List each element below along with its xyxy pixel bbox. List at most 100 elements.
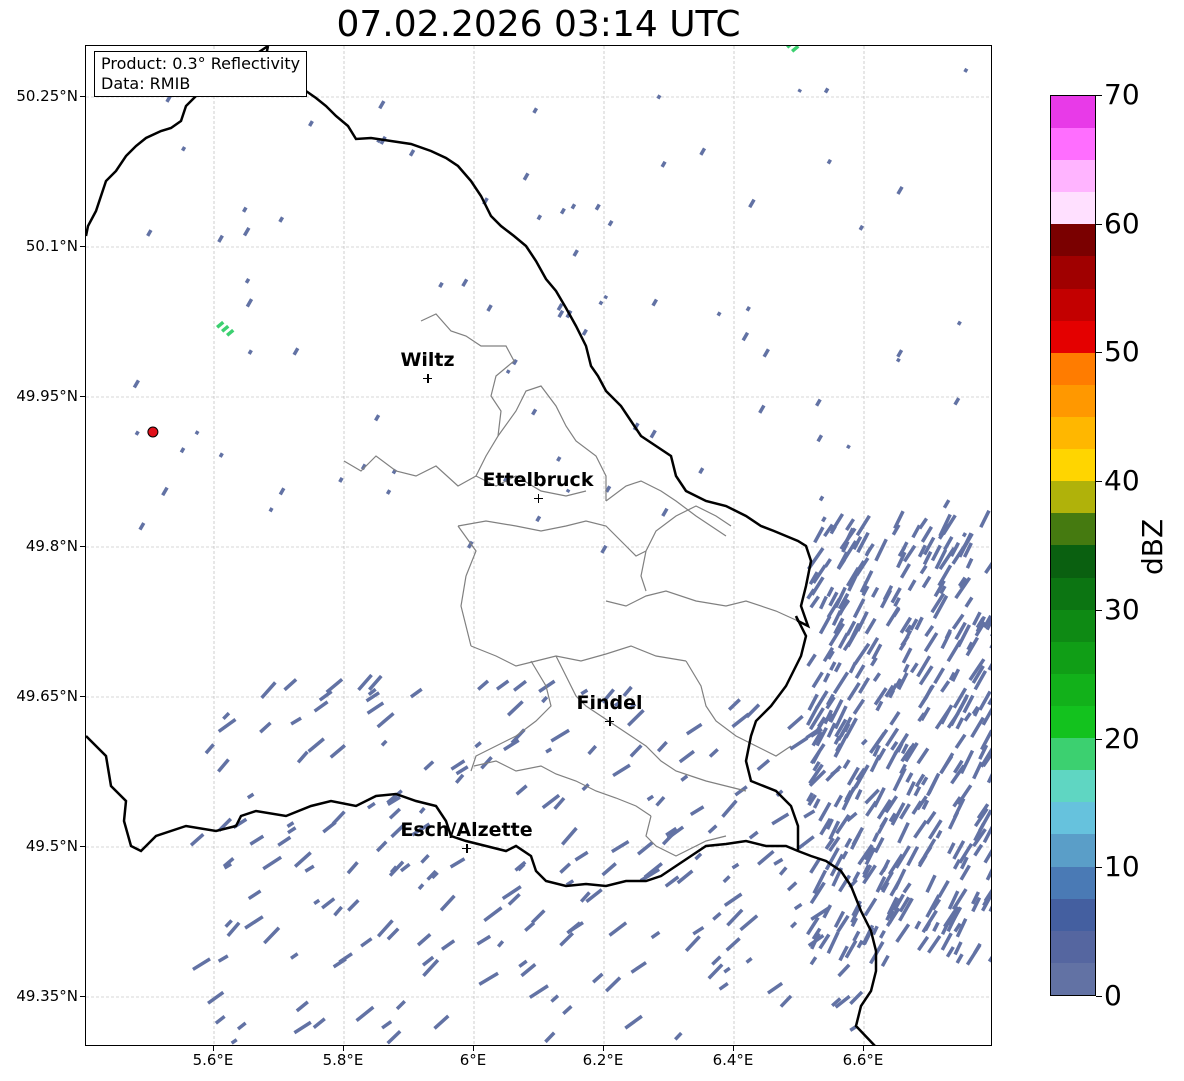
echo-cell <box>892 767 907 792</box>
colorbar-swatch <box>1051 417 1095 450</box>
echo-cell <box>417 883 425 891</box>
colorbar-swatch <box>1051 641 1095 674</box>
echo-cell <box>881 859 891 872</box>
echo-cell <box>375 840 388 853</box>
echo-cell <box>636 841 654 856</box>
echo-cell <box>826 158 832 165</box>
echo-cell <box>937 880 950 899</box>
echo-cell <box>651 298 658 307</box>
echo-cell <box>809 956 818 966</box>
colorbar-tick <box>1096 609 1102 611</box>
echo-cell <box>846 444 851 450</box>
colorbar-tick-label: 20 <box>1104 721 1140 755</box>
echo-cell <box>559 862 572 874</box>
echo-cell <box>984 557 991 575</box>
lon-tick-label: 6.6°E <box>842 1051 884 1069</box>
echo-cell <box>818 495 825 502</box>
echo-cell <box>854 789 863 801</box>
colorbar-swatch <box>1051 673 1095 707</box>
echo-cell <box>562 1005 573 1015</box>
echo-cell <box>921 575 932 589</box>
echo-cell <box>244 277 251 284</box>
echo-cell <box>536 214 543 221</box>
echo-cell <box>745 957 753 964</box>
echo-cell <box>259 721 272 734</box>
city-marker[interactable] <box>462 843 471 853</box>
echo-cell <box>726 908 744 927</box>
echo-cell <box>217 758 230 773</box>
echo-cell <box>692 925 705 936</box>
echo-cell <box>823 558 832 568</box>
echo-cell <box>134 430 140 436</box>
echo-cell <box>607 219 614 227</box>
echo-cell <box>766 981 784 995</box>
echo-cell <box>970 716 985 739</box>
echo-cell <box>376 712 395 729</box>
echo-cell <box>545 747 553 754</box>
echo-cell <box>408 149 416 157</box>
echo-cell <box>656 740 668 753</box>
radar-site-marker[interactable] <box>147 426 159 438</box>
lon-tick <box>213 1046 214 1051</box>
echo-cell <box>925 810 937 825</box>
echo-cell <box>965 636 980 657</box>
echo-cell <box>723 892 743 907</box>
echo-cell <box>660 160 667 168</box>
echo-cell <box>476 934 492 946</box>
echo-cell <box>221 324 230 333</box>
echo-cell <box>830 767 840 777</box>
echo-cell <box>698 467 705 475</box>
echo-cell <box>789 736 809 751</box>
echo-cell <box>803 809 816 819</box>
echo-cell <box>852 698 866 715</box>
lon-tick-label: 6°E <box>459 1051 487 1069</box>
echo-cell <box>680 774 689 782</box>
echo-cell <box>851 826 865 846</box>
echo-cell <box>791 46 800 53</box>
echo-cell <box>871 586 880 598</box>
echo-cell <box>612 763 631 778</box>
city-marker[interactable] <box>423 373 432 383</box>
radar-map[interactable] <box>85 45 992 1046</box>
echo-cell <box>318 690 333 702</box>
country-borders <box>86 46 878 1045</box>
echo-cell <box>581 328 588 336</box>
echo-cell <box>789 921 798 929</box>
echo-cell <box>907 579 917 592</box>
echo-cell <box>325 677 344 694</box>
lon-tick <box>733 1046 734 1051</box>
colorbar-tick-label: 40 <box>1104 464 1140 498</box>
echo-cell <box>245 298 254 308</box>
lon-tick <box>473 1046 474 1051</box>
echo-cell <box>420 854 430 864</box>
echo-cell <box>600 544 608 554</box>
echo-cell <box>924 624 935 638</box>
echo-cell <box>939 755 954 775</box>
echo-cell <box>656 94 662 100</box>
echo-cell <box>217 234 224 243</box>
echo-cell <box>821 516 827 523</box>
lat-tick-label: 49.5°N <box>25 837 78 855</box>
echo-cell <box>723 966 731 974</box>
echo-cell <box>708 748 719 758</box>
echo-cell <box>711 955 722 966</box>
colorbar-swatch <box>1051 898 1095 931</box>
echo-cell <box>809 858 821 874</box>
echo-cell <box>813 526 825 544</box>
echo-cell <box>189 832 205 847</box>
echo-cell <box>574 850 589 862</box>
city-marker[interactable] <box>533 493 543 503</box>
echo-cell <box>385 489 392 495</box>
echo-cell <box>366 801 376 810</box>
echo-cell <box>963 712 972 722</box>
echo-cell <box>899 563 912 579</box>
echo-cell <box>748 198 756 209</box>
echo-cell <box>214 1015 226 1025</box>
echo-cell <box>809 595 820 609</box>
echo-cell <box>355 1005 375 1023</box>
city-marker[interactable] <box>605 716 614 726</box>
echo-cell <box>483 906 503 922</box>
colorbar-tick <box>1096 867 1102 869</box>
echo-cell <box>518 959 528 968</box>
city-label: Ettelbruck <box>482 469 594 491</box>
